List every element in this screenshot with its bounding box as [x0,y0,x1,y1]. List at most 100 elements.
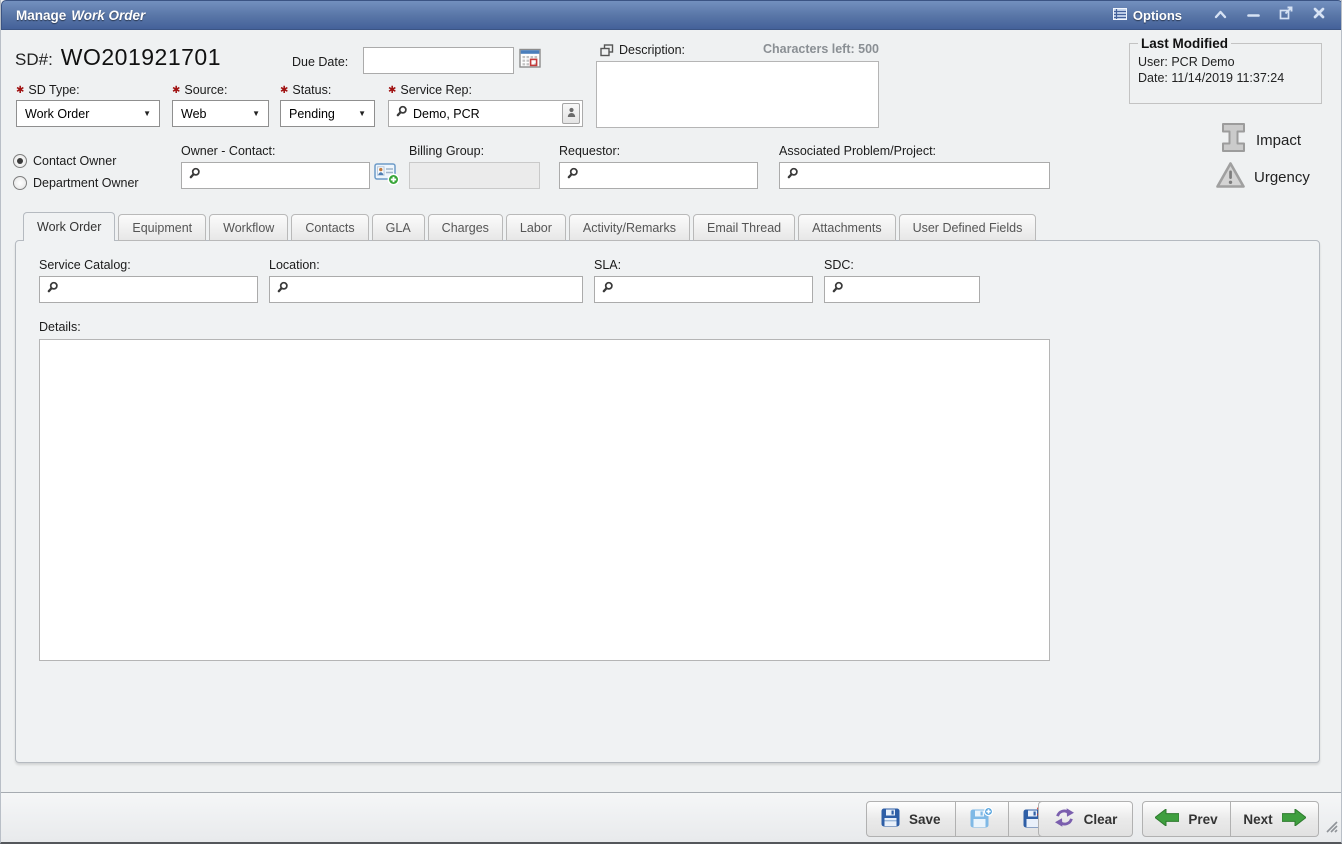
options-button[interactable]: Options [1113,8,1182,23]
due-date-calendar-button[interactable] [518,48,541,71]
last-modified-user: User: PCR Demo [1138,55,1313,69]
sdc-input[interactable] [844,277,979,302]
save-button[interactable]: Save [866,801,956,837]
billing-group-label: Billing Group: [409,144,484,158]
tab-bar: Work Order Equipment Workflow Contacts G… [23,212,1039,241]
sdc-label: SDC: [824,258,854,272]
chevron-up-icon [1214,6,1227,24]
required-marker: ✱ [280,85,288,96]
close-button[interactable] [1310,6,1328,24]
titlebar[interactable]: ManageWork Order Options [1,0,1342,30]
popout-button[interactable] [1277,6,1295,24]
tab-email-thread[interactable]: Email Thread [693,214,795,241]
requestor-input[interactable] [579,163,757,188]
owner-contact-field[interactable] [181,162,370,189]
service-rep-contact-button[interactable] [562,103,580,124]
sdc-field[interactable] [824,276,980,303]
minimize-button[interactable] [1244,6,1262,24]
add-contact-button[interactable] [374,163,400,188]
service-rep-label: ✱Service Rep: [388,83,472,97]
sd-number-label: SD#: [15,50,53,70]
tab-contacts[interactable]: Contacts [291,214,368,241]
sd-type-select[interactable]: Work Order▼ [16,100,160,127]
manage-work-order-window: ManageWork Order Options SD# [0,0,1342,844]
sd-number-row: SD#: WO201921701 [15,44,221,71]
urgency-indicator[interactable]: Urgency [1215,161,1310,194]
associated-problem-project-field[interactable] [779,162,1050,189]
last-modified-panel: Last Modified User: PCR Demo Date: 11/14… [1129,36,1322,104]
status-label: ✱Status: [280,83,331,97]
service-catalog-input[interactable] [59,277,257,302]
person-icon [567,106,576,121]
save-and-new-button[interactable] [955,801,1009,837]
associated-problem-project-input[interactable] [799,163,1049,188]
minus-icon [1247,6,1260,24]
sd-type-label: ✱SD Type: [16,83,80,97]
radio-contact-owner[interactable]: Contact Owner [13,150,139,172]
impact-label: Impact [1256,132,1301,149]
sla-field[interactable] [594,276,813,303]
radio-department-owner[interactable]: Department Owner [13,172,139,194]
tab-work-order[interactable]: Work Order [23,212,115,241]
service-rep-field[interactable] [388,100,583,127]
last-modified-legend: Last Modified [1138,36,1231,51]
magnifier-icon [831,281,844,299]
details-textarea[interactable] [39,339,1050,661]
clear-button[interactable]: Clear [1038,801,1133,837]
owner-contact-input[interactable] [201,163,369,188]
floppy-disk-icon [881,808,900,830]
department-owner-label: Department Owner [33,176,139,190]
due-date-label: Due Date: [292,55,348,69]
location-input[interactable] [289,277,582,302]
last-modified-date: Date: 11/14/2019 11:37:24 [1138,71,1313,85]
description-textarea[interactable] [596,61,879,128]
status-value: Pending [289,107,335,121]
service-catalog-label: Service Catalog: [39,258,131,272]
source-label: ✱Source: [172,83,227,97]
clear-button-label: Clear [1084,812,1118,827]
window-title-prefix: Manage [16,8,66,23]
sd-number-value: WO201921701 [61,44,221,71]
prev-button-label: Prev [1188,812,1217,827]
tab-attachments[interactable]: Attachments [798,214,895,241]
x-icon [1313,6,1325,24]
magnifier-icon [46,281,59,299]
due-date-input[interactable] [363,47,514,74]
resize-grip-icon[interactable] [1323,818,1338,838]
magnifier-icon [276,281,289,299]
magnifier-icon [395,105,408,123]
next-button[interactable]: Next [1230,801,1319,837]
tab-equipment[interactable]: Equipment [118,214,206,241]
arrow-left-icon [1155,809,1179,829]
urgency-label: Urgency [1254,169,1310,186]
external-link-icon [1279,6,1293,25]
impact-indicator[interactable]: Impact [1219,122,1301,158]
collapse-button[interactable] [1211,6,1229,24]
radio-button-icon [13,176,27,190]
radio-button-icon [13,154,27,168]
characters-left-counter: Characters left: 500 [596,42,879,56]
tab-activity-remarks[interactable]: Activity/Remarks [569,214,690,241]
work-order-tab-panel: Service Catalog: Location: SLA: SDC: Det… [15,240,1320,763]
tab-labor[interactable]: Labor [506,214,566,241]
service-catalog-field[interactable] [39,276,258,303]
chevron-down-icon: ▼ [143,109,151,118]
service-rep-input[interactable] [408,101,562,126]
status-select[interactable]: Pending ▼ [280,100,375,127]
arrow-right-icon [1282,809,1306,829]
tab-workflow[interactable]: Workflow [209,214,288,241]
magnifier-icon [786,167,799,185]
source-select[interactable]: Web▼ [172,100,269,127]
chevron-down-icon: ▼ [358,109,366,118]
required-marker: ✱ [16,85,24,96]
prev-button[interactable]: Prev [1142,801,1231,837]
sla-input[interactable] [614,277,812,302]
tab-user-defined-fields[interactable]: User Defined Fields [899,214,1037,241]
tab-gla[interactable]: GLA [372,214,425,241]
requestor-field[interactable] [559,162,758,189]
tab-charges[interactable]: Charges [428,214,503,241]
location-field[interactable] [269,276,583,303]
magnifier-icon [566,167,579,185]
footer-toolbar: Save Clear P [1,792,1342,842]
required-marker: ✱ [172,85,180,96]
